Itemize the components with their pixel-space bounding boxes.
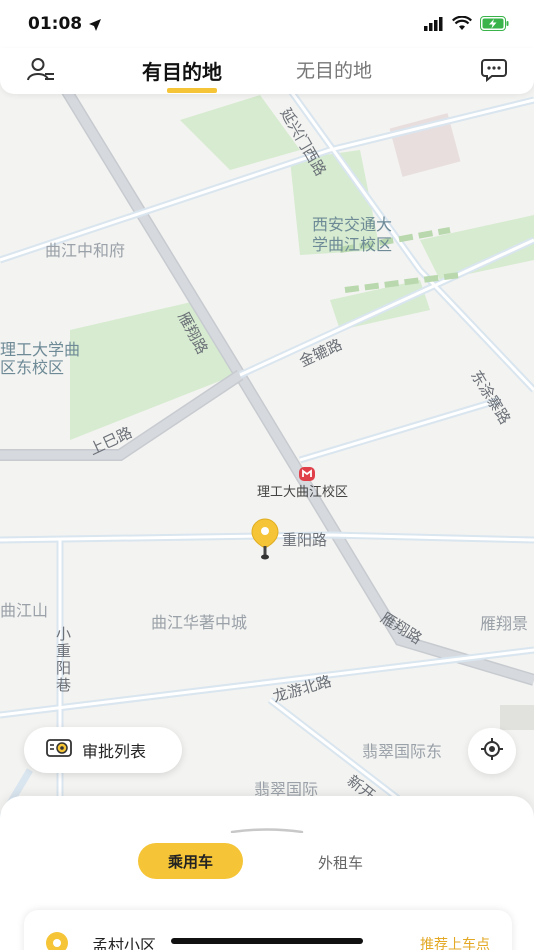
tab-with-destination[interactable]: 有目的地 xyxy=(142,56,222,85)
tab-without-destination[interactable]: 无目的地 xyxy=(296,56,372,83)
battery-charging-icon xyxy=(480,16,510,35)
home-indicator xyxy=(171,938,363,944)
pickup-location-text: 孟村小区 xyxy=(92,936,157,950)
map-label-ligong-east-2: 区东校区 xyxy=(0,358,65,377)
tab-rental-car[interactable]: 外租车 xyxy=(318,852,363,873)
pickup-location-card[interactable]: 孟村小区 推荐上车点 xyxy=(24,910,512,950)
map-label-yanxiang-jing: 雁翔景 xyxy=(480,614,529,633)
bottom-sheet: 乘用车 外租车 孟村小区 推荐上车点 xyxy=(0,796,534,950)
message-icon[interactable] xyxy=(480,58,508,83)
top-header: 有目的地 无目的地 xyxy=(0,48,534,94)
sheet-drag-handle[interactable] xyxy=(230,818,304,834)
status-icons xyxy=(424,15,510,35)
locate-me-button[interactable] xyxy=(468,728,516,774)
current-location-pin xyxy=(250,518,280,560)
map-label-qujiang-shan: 曲江山 xyxy=(0,601,49,620)
map-label-qujiang-zhonghe: 曲江中和府 xyxy=(45,241,126,260)
approval-list-label: 审批列表 xyxy=(82,742,147,761)
tab-passenger-car[interactable]: 乘用车 xyxy=(138,843,243,879)
active-tab-indicator xyxy=(167,88,217,93)
map-label-xiao-chongyang-lane: 小重阳巷 xyxy=(56,625,72,694)
location-arrow-icon xyxy=(88,17,102,36)
user-profile-icon[interactable] xyxy=(26,56,56,84)
status-time: 01:08 xyxy=(28,14,83,34)
map-view[interactable]: 延兴门西路 西安交通大 学曲江校区 曲江中和府 雁翔路 金辘路 理工大学曲 区东… xyxy=(0,80,534,820)
approval-list-button[interactable]: 审批列表 xyxy=(24,727,182,773)
crosshair-icon xyxy=(480,737,504,765)
recommended-pickup-link[interactable]: 推荐上车点 xyxy=(420,934,490,950)
map-label-chongyang-road: 重阳路 xyxy=(282,531,328,549)
status-bar: 01:08 xyxy=(0,0,534,48)
approval-list-icon xyxy=(46,737,72,763)
map-label-qujiang-huazhu: 曲江华著中城 xyxy=(151,613,248,632)
map-roads xyxy=(0,80,534,820)
map-label-feicui-east: 翡翠国际东 xyxy=(362,742,443,761)
map-label-xjtu-2: 学曲江校区 xyxy=(312,235,393,254)
cellular-signal-icon xyxy=(424,16,444,35)
pickup-point-icon xyxy=(46,932,68,950)
wifi-icon xyxy=(452,15,472,35)
map-label-pin-location: 理工大曲江校区 xyxy=(257,485,349,500)
